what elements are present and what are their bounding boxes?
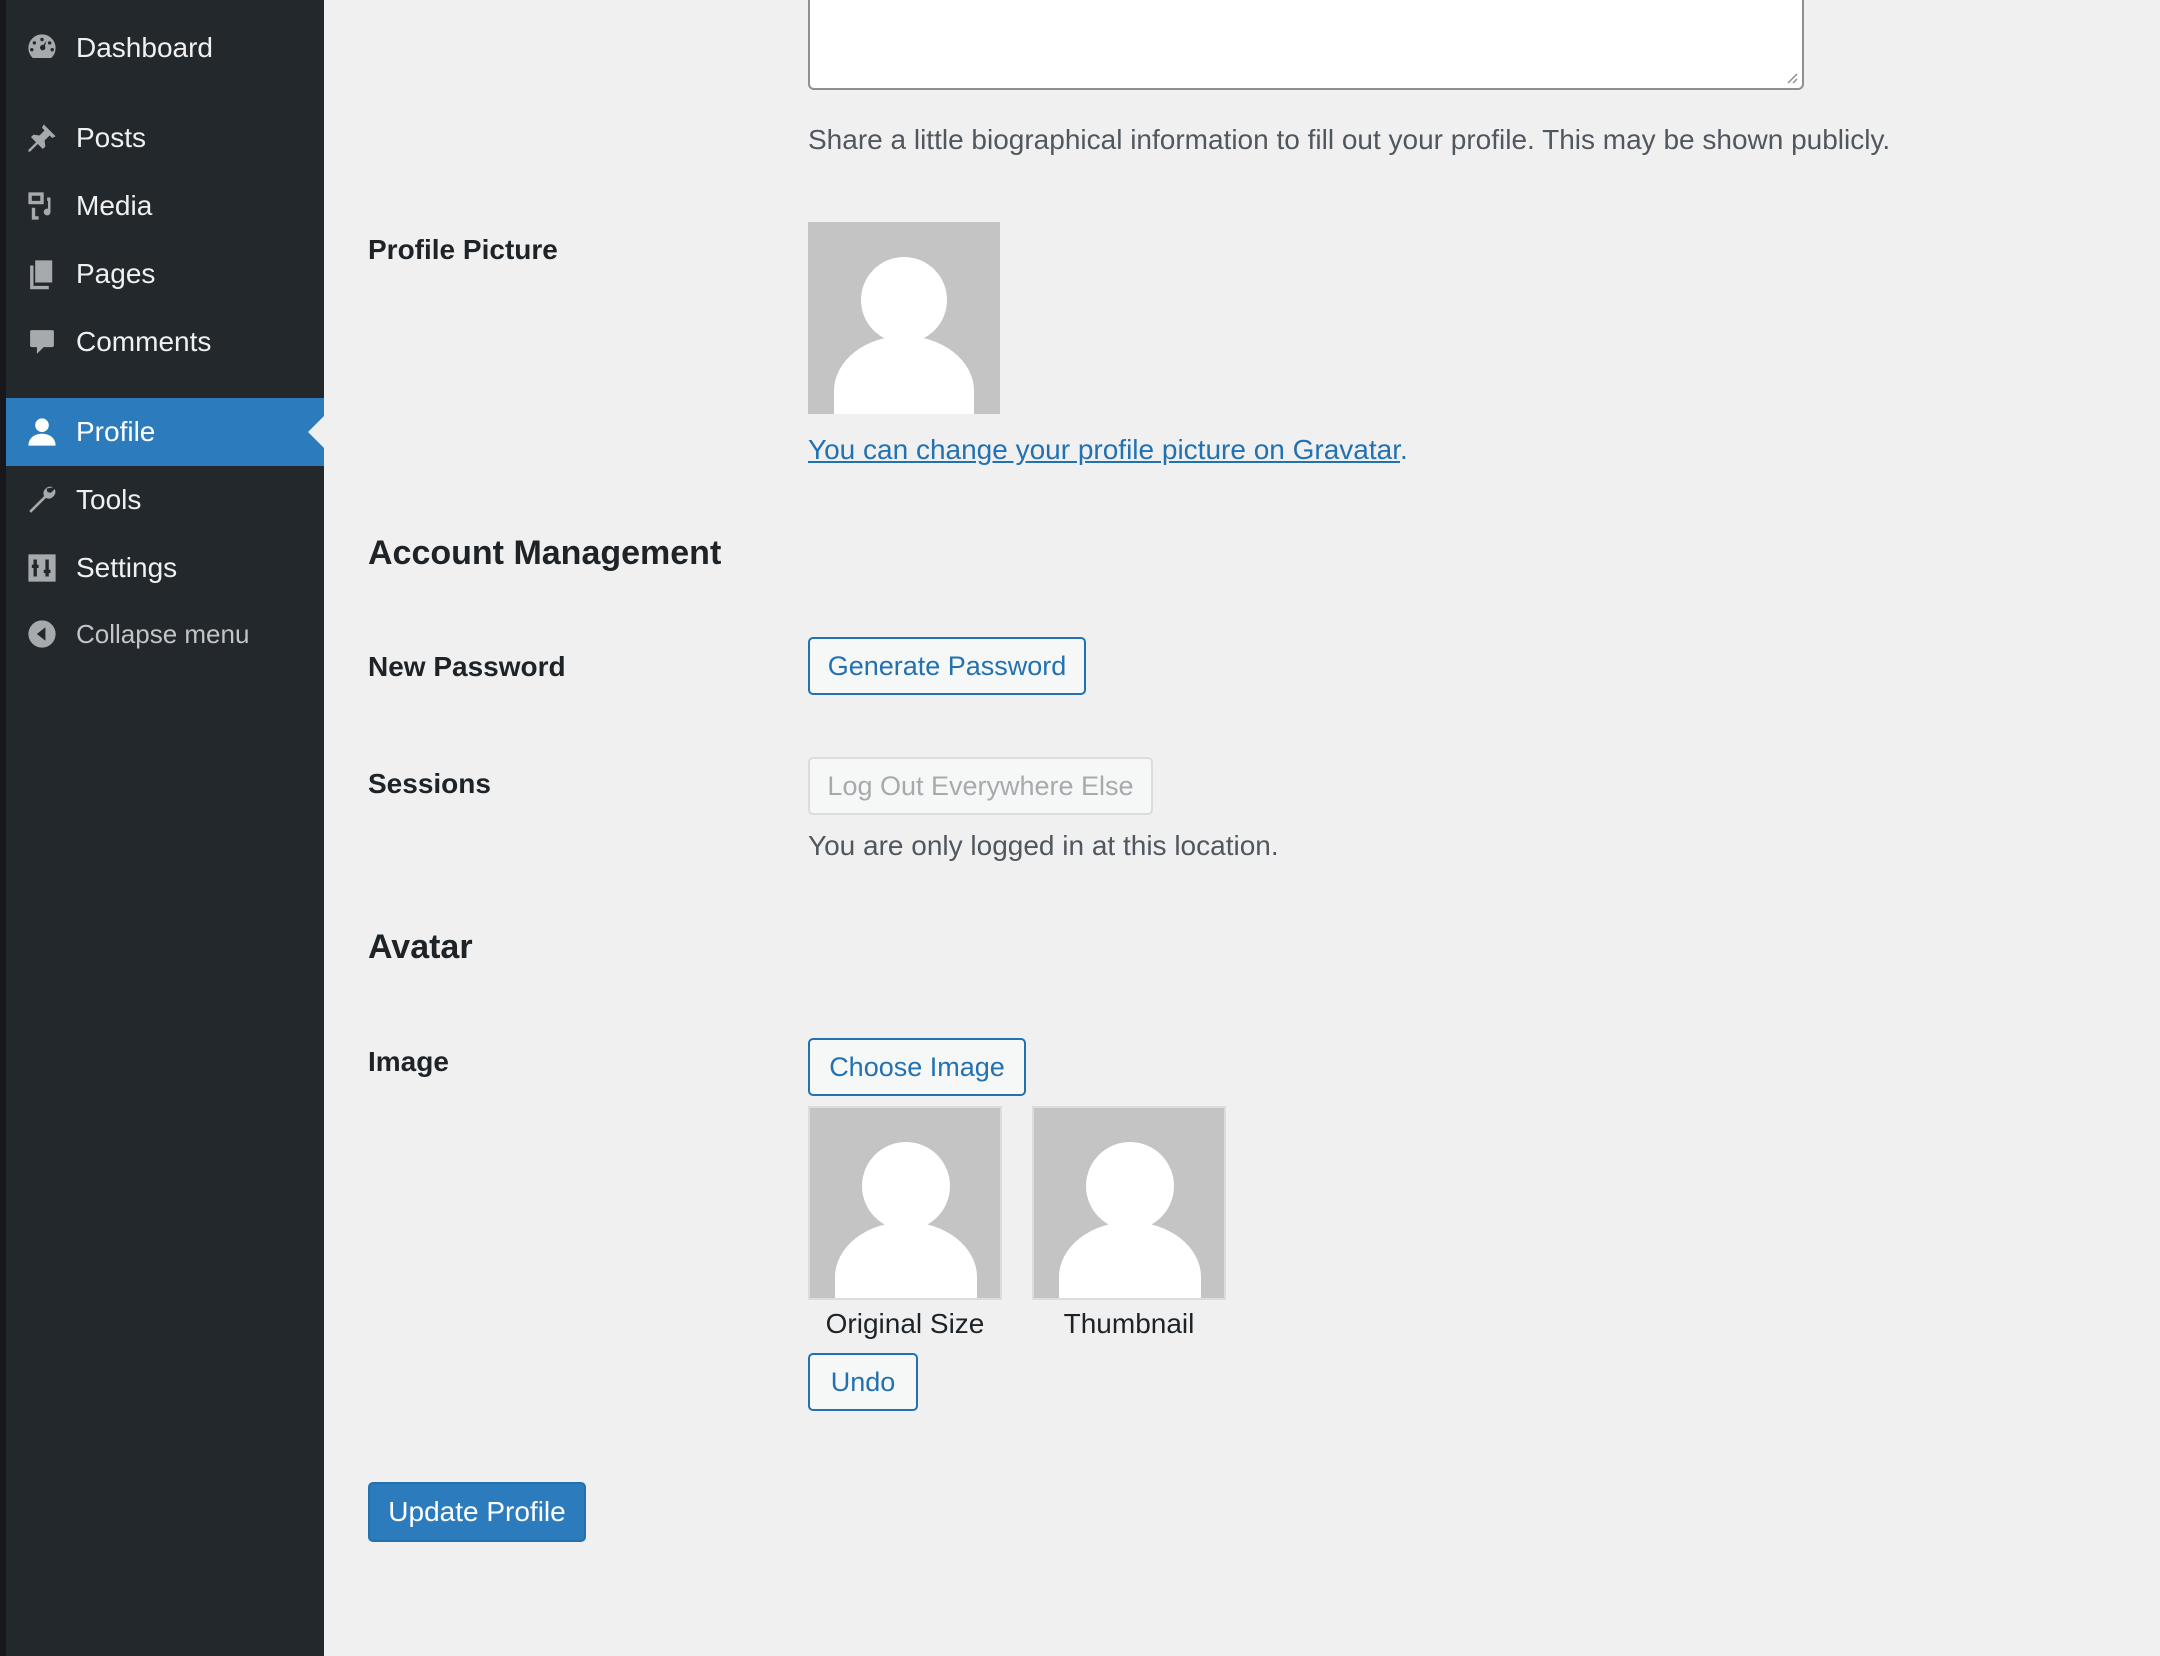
admin-sidebar: Dashboard Posts Media Pages Comments Pro… — [6, 0, 324, 1656]
sidebar-item-label: Posts — [76, 122, 147, 153]
sidebar-item-label: Settings — [76, 552, 178, 583]
collapse-menu-label: Collapse menu — [76, 618, 250, 649]
log-out-everywhere-button[interactable]: Log Out Everywhere Else — [808, 757, 1153, 815]
gravatar-link[interactable]: You can change your profile picture on G… — [808, 434, 1400, 465]
bio-description: Share a little biographical information … — [808, 124, 1891, 155]
media-icon — [24, 188, 60, 224]
dashboard-icon — [24, 30, 60, 66]
sidebar-item-profile[interactable]: Profile — [6, 398, 324, 466]
resize-grip-icon — [1787, 73, 1798, 84]
choose-image-button[interactable]: Choose Image — [808, 1038, 1026, 1096]
profile-form: Share a little biographical information … — [324, 0, 2160, 1656]
avatar-original-preview — [808, 1106, 1002, 1300]
collapse-menu-button[interactable]: Collapse menu — [6, 600, 324, 668]
avatar-heading: Avatar — [368, 928, 473, 966]
profile-picture-label: Profile Picture — [368, 234, 558, 265]
sidebar-item-label: Tools — [76, 484, 142, 515]
sessions-label: Sessions — [368, 768, 491, 799]
sidebar-item-label: Profile — [76, 416, 156, 447]
avatar-thumbnail-preview — [1032, 1106, 1226, 1300]
sidebar-item-settings[interactable]: Settings — [6, 534, 324, 602]
biographical-info-textarea[interactable] — [808, 0, 1804, 90]
sidebar-item-pages[interactable]: Pages — [6, 240, 324, 308]
sidebar-item-media[interactable]: Media — [6, 172, 324, 240]
sidebar-item-dashboard[interactable]: Dashboard — [6, 14, 324, 82]
sidebar-item-label: Dashboard — [76, 32, 213, 63]
sidebar-item-tools[interactable]: Tools — [6, 466, 324, 534]
original-size-caption: Original Size — [825, 1308, 985, 1339]
sidebar-item-label: Media — [76, 190, 153, 221]
new-password-label: New Password — [368, 651, 566, 682]
thumbnail-caption: Thumbnail — [1063, 1308, 1195, 1339]
settings-icon — [24, 550, 60, 586]
link-suffix: . — [1400, 434, 1408, 465]
sidebar-item-posts[interactable]: Posts — [6, 104, 324, 172]
wrench-icon — [24, 482, 60, 518]
generate-password-button[interactable]: Generate Password — [808, 637, 1086, 695]
user-icon — [24, 414, 60, 450]
pages-icon — [24, 256, 60, 292]
gravatar-link-line: You can change your profile picture on G… — [808, 434, 1408, 466]
image-label: Image — [368, 1046, 449, 1077]
undo-button[interactable]: Undo — [808, 1353, 918, 1411]
sessions-note: You are only logged in at this location. — [808, 830, 1279, 861]
sidebar-item-label: Pages — [76, 258, 156, 289]
sidebar-item-comments[interactable]: Comments — [6, 308, 324, 376]
comment-icon — [24, 324, 60, 360]
sidebar-item-label: Comments — [76, 326, 212, 357]
profile-picture-image — [808, 222, 1000, 414]
collapse-icon — [24, 616, 60, 652]
account-management-heading: Account Management — [368, 534, 722, 572]
pushpin-icon — [24, 120, 60, 156]
update-profile-button[interactable]: Update Profile — [368, 1482, 586, 1542]
